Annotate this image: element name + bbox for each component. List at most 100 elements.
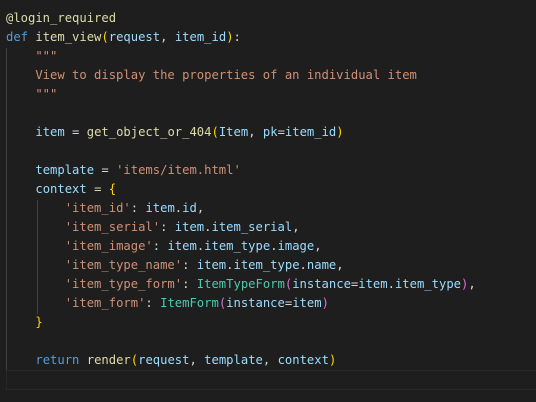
code-token: context — [35, 182, 87, 196]
code-token: , — [189, 353, 205, 367]
code-line[interactable]: template = 'items/item.html' — [6, 161, 241, 180]
code-token: , — [248, 125, 263, 139]
code-token: item — [292, 296, 322, 310]
code-token: . — [387, 277, 395, 291]
code-token: item_serial — [211, 220, 293, 234]
code-token: item_view — [35, 30, 102, 44]
code-token: template — [204, 353, 263, 367]
code-token: : — [145, 296, 161, 310]
code-token: , — [468, 277, 476, 291]
code-token: : — [130, 201, 146, 215]
code-token: item — [167, 239, 197, 253]
code-token: 'item_id' — [64, 201, 131, 215]
code-token: . — [299, 258, 307, 272]
code-token: """ — [6, 87, 58, 101]
code-line[interactable]: 'item_type_form': ItemTypeForm(instance=… — [6, 275, 476, 294]
code-token: 'items/item.html' — [116, 163, 241, 177]
code-token: = — [64, 125, 87, 139]
code-token: } — [35, 315, 43, 329]
code-token: template — [35, 163, 95, 177]
code-token: : — [152, 239, 168, 253]
code-token: instance — [292, 277, 351, 291]
code-token: name — [306, 258, 337, 272]
code-token: , — [262, 353, 278, 367]
code-line[interactable]: return render(request, template, context… — [6, 351, 336, 370]
code-line[interactable]: def item_view(request, item_id): — [6, 28, 241, 47]
code-token: 'item_form' — [64, 296, 146, 310]
code-token: { — [108, 182, 117, 196]
code-token: = — [277, 125, 285, 139]
code-token: pk — [262, 125, 278, 139]
code-token: item_type — [394, 277, 461, 291]
code-token: 'item_type_form' — [64, 277, 183, 291]
code-token: def — [6, 30, 29, 44]
code-token: 'item_image' — [64, 239, 153, 253]
code-token: @login_required — [6, 11, 117, 25]
code-line[interactable]: 'item_id': item.id, — [6, 199, 204, 218]
code-token: ) — [328, 353, 337, 367]
code-line[interactable]: @login_required — [6, 9, 116, 28]
code-line[interactable]: 'item_form': ItemForm(instance=item) — [6, 294, 329, 313]
code-token: , — [336, 258, 344, 272]
code-line[interactable]: context = { — [6, 180, 116, 199]
code-token: image — [277, 239, 315, 253]
code-token: item_id — [284, 125, 337, 139]
code-token: ( — [211, 125, 219, 139]
code-token: , — [160, 30, 175, 44]
code-line[interactable]: View to display the properties of an ind… — [6, 66, 417, 85]
code-token: """ — [6, 49, 58, 63]
code-token: item — [174, 220, 205, 234]
current-line-highlight — [6, 370, 536, 390]
code-token: item — [196, 258, 227, 272]
code-token: : — [233, 30, 241, 44]
code-token: instance — [226, 296, 285, 310]
code-token: , — [196, 201, 205, 215]
code-token: ItemForm — [160, 296, 219, 310]
code-token: 'item_type_name' — [64, 258, 183, 272]
code-token: item_id — [174, 30, 227, 44]
code-token: . — [270, 239, 278, 253]
code-line[interactable]: 'item_serial': item.item_serial, — [6, 218, 300, 237]
code-token: ) — [321, 296, 329, 310]
code-editor[interactable]: @login_required def item_view(request, it… — [0, 0, 536, 402]
code-token: id — [182, 201, 197, 215]
code-token: ) — [226, 30, 234, 44]
code-line[interactable]: """ — [6, 85, 57, 104]
code-token: View to display the properties of an ind… — [6, 68, 417, 82]
code-token: item_type — [204, 239, 271, 253]
code-token: item — [35, 125, 65, 139]
code-token: item — [358, 277, 388, 291]
code-token: item — [145, 201, 175, 215]
code-line[interactable]: """ — [6, 47, 57, 66]
code-token: = — [94, 163, 117, 177]
code-token: render — [86, 353, 131, 367]
code-token: = — [86, 182, 109, 196]
code-token: ItemTypeForm — [196, 277, 285, 291]
code-token: ( — [130, 353, 139, 367]
code-token: , — [314, 239, 322, 253]
code-token: : — [182, 277, 197, 291]
code-line[interactable]: 'item_type_name': item.item_type.name, — [6, 256, 344, 275]
code-token: item_type — [233, 258, 300, 272]
code-line[interactable]: item = get_object_or_404(Item, pk=item_i… — [6, 123, 343, 142]
code-token: request — [108, 30, 161, 44]
code-token: get_object_or_404 — [86, 125, 212, 139]
code-token: : — [182, 258, 197, 272]
code-line[interactable]: } — [6, 313, 43, 332]
code-line[interactable]: 'item_image': item.item_type.image, — [6, 237, 322, 256]
code-token: request — [138, 353, 190, 367]
code-token: context — [277, 353, 329, 367]
code-token: : — [160, 220, 175, 234]
